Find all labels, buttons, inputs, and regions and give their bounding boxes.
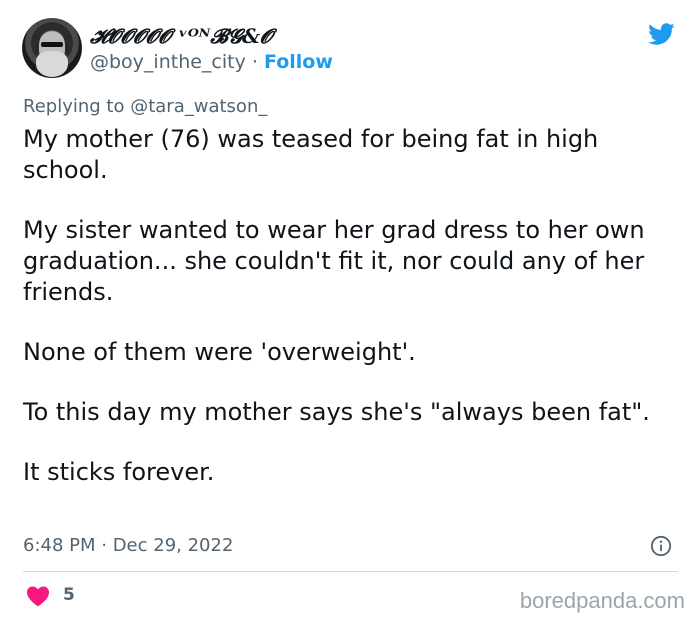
tweet-paragraph: My mother (76) was teased for being fat … xyxy=(23,125,599,184)
author-handle[interactable]: @boy_inthe_city xyxy=(90,51,246,73)
divider xyxy=(23,571,678,572)
like-count: 5 xyxy=(63,585,75,605)
author-display-name[interactable]: 𝓗𝓞𝓞𝓞𝓞𝓞 ᵛᴼᴺ𝓑𝓖&𝓞 xyxy=(90,24,273,48)
tweet-paragraph: It sticks forever. xyxy=(23,458,215,486)
tweet-card: 𝓗𝓞𝓞𝓞𝓞𝓞 ᵛᴼᴺ𝓑𝓖&𝓞 @boy_inthe_city · Follow … xyxy=(0,0,700,624)
watermark: boredpanda.com xyxy=(519,588,685,613)
follow-button[interactable]: Follow xyxy=(264,51,333,73)
reply-mention-link[interactable]: @tara_watson_ xyxy=(130,96,267,117)
avatar[interactable] xyxy=(22,18,82,78)
heart-icon[interactable] xyxy=(26,585,50,607)
separator-dot: · xyxy=(251,51,258,73)
twitter-bird-icon[interactable] xyxy=(645,20,677,48)
tweet-paragraph: None of them were 'overweight'. xyxy=(23,338,416,366)
replying-to-line: Replying to @tara_watson_ xyxy=(23,96,267,118)
info-icon[interactable] xyxy=(650,535,672,557)
tweet-text: My mother (76) was teased for being fat … xyxy=(23,124,683,488)
tweet-paragraph: To this day my mother says she's "always… xyxy=(23,398,650,426)
tweet-paragraph: My sister wanted to wear her grad dress … xyxy=(23,216,645,306)
tweet-timestamp[interactable]: 6:48 PM · Dec 29, 2022 xyxy=(23,535,233,557)
author-handle-row: @boy_inthe_city · Follow xyxy=(90,50,333,74)
replying-to-label: Replying to xyxy=(23,96,125,117)
